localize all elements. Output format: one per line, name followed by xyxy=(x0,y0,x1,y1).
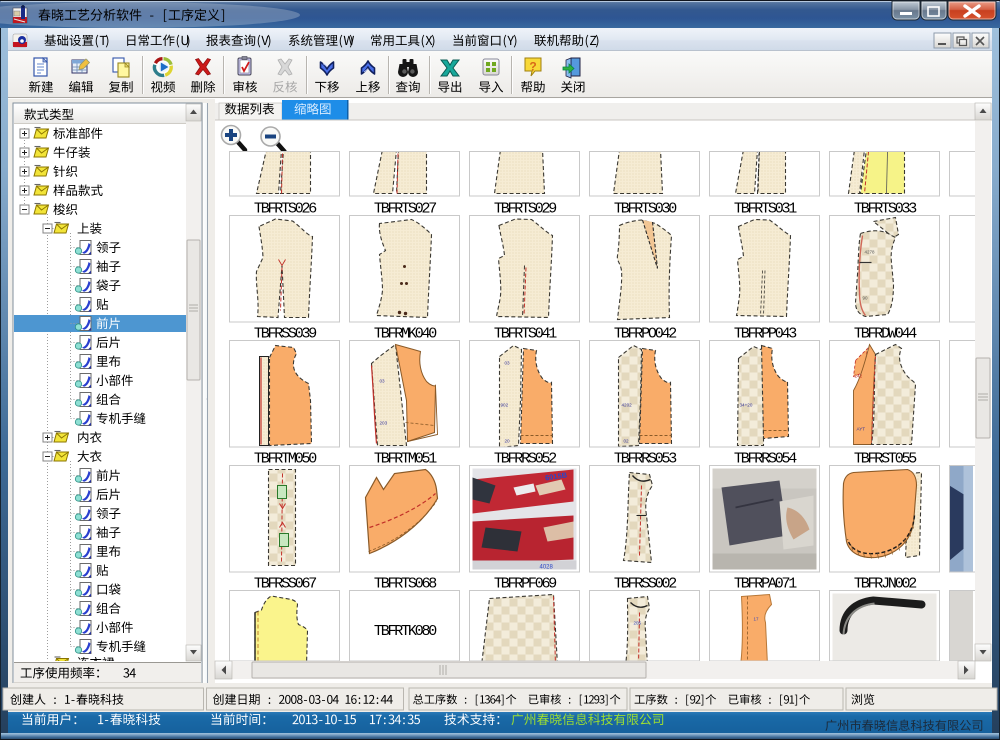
svg-text:203: 203 xyxy=(380,421,388,426)
svg-text:03: 03 xyxy=(505,361,511,366)
svg-text:TBFRSS039: TBFRSS039 xyxy=(254,326,316,343)
svg-text:TBFRPF069: TBFRPF069 xyxy=(494,576,556,593)
svg-text:03: 03 xyxy=(380,379,386,384)
svg-text:TBFRTS030: TBFRTS030 xyxy=(614,201,677,218)
svg-text:242: 242 xyxy=(855,374,863,379)
svg-text:TBFRPA071: TBFRPA071 xyxy=(734,576,797,593)
svg-text:TBFRMK040: TBFRMK040 xyxy=(374,326,437,343)
svg-text:TBFRRS054: TBFRRS054 xyxy=(734,451,797,468)
svg-text:TBFRSS067: TBFRSS067 xyxy=(254,576,316,593)
svg-text:TBFRTS029: TBFRTS029 xyxy=(494,201,556,218)
svg-text:TBFRTM050: TBFRTM050 xyxy=(254,451,317,468)
svg-text:TBFRDW044: TBFRDW044 xyxy=(854,326,917,343)
svg-text:205: 205 xyxy=(634,621,642,626)
svg-text:4202: 4202 xyxy=(622,403,633,408)
svg-text:34+20: 34+20 xyxy=(740,403,753,408)
svg-text:TBFRTM051: TBFRTM051 xyxy=(374,451,437,468)
svg-text:AYT: AYT xyxy=(857,427,866,432)
svg-text:TBFRTS026: TBFRTS026 xyxy=(254,201,317,218)
svg-text:?: ? xyxy=(529,60,536,74)
svg-text:TBFRTS031: TBFRTS031 xyxy=(734,201,797,218)
svg-text:20: 20 xyxy=(505,439,511,444)
svg-text:TBFRJN002: TBFRJN002 xyxy=(854,576,916,593)
svg-text:4028: 4028 xyxy=(540,565,554,571)
svg-text:02: 02 xyxy=(624,439,630,444)
svg-text:TBFRTK080: TBFRTK080 xyxy=(374,623,437,640)
svg-text:TBFRSS002: TBFRSS002 xyxy=(614,576,676,593)
svg-text:TBFRTS041: TBFRTS041 xyxy=(494,326,557,343)
svg-text:TBFRTS027: TBFRTS027 xyxy=(374,201,436,218)
svg-text:902: 902 xyxy=(501,403,509,408)
svg-text:TBFRST055: TBFRST055 xyxy=(854,451,917,468)
svg-text:17: 17 xyxy=(754,617,760,622)
svg-text:TBFRRS052: TBFRRS052 xyxy=(494,451,556,468)
svg-text:90: 90 xyxy=(863,296,869,301)
svg-text:4278: 4278 xyxy=(865,250,876,255)
svg-text:TBFRTS068: TBFRTS068 xyxy=(374,576,437,593)
svg-text:TBFRRS053: TBFRRS053 xyxy=(614,451,677,468)
svg-text:TBFRTS033: TBFRTS033 xyxy=(854,201,917,218)
svg-text:TBFRPP043: TBFRPP043 xyxy=(734,326,797,343)
svg-text:TBFRPO042: TBFRPO042 xyxy=(614,326,676,343)
